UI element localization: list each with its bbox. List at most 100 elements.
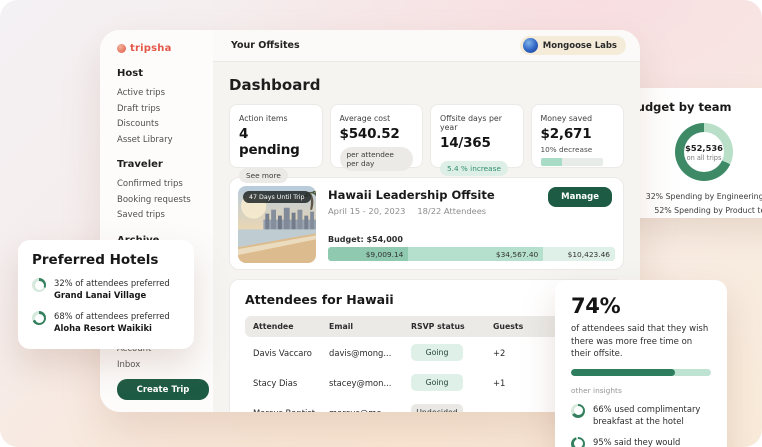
table-row[interactable]: Davis Vaccaro davis@mong... Going +2	[245, 337, 608, 367]
attendee-name: Marcus Baptist	[253, 408, 329, 413]
sidebar-item-discounts[interactable]: Discounts	[117, 117, 213, 133]
column-rsvp-status: RSVP status	[411, 322, 465, 331]
budget-segment-1: $9,009.14	[328, 247, 409, 261]
brand-logo-icon	[117, 44, 126, 53]
sidebar: tripsha Host Active trips Draft trips Di…	[100, 30, 213, 412]
trip-dates: April 15 - 20, 2023	[328, 206, 406, 216]
trip-photo: 47 Days Until Trip	[238, 186, 316, 263]
hotel-preference-item: 68% of attendees preferred Aloha Resort …	[32, 310, 180, 334]
stat-badge: per attendee per day	[339, 147, 413, 171]
preferred-hotels-card: Preferred Hotels 32% of attendees prefer…	[18, 240, 194, 349]
budget-legend: 32% Spending by Engineering team 52% Spe…	[628, 190, 762, 218]
table-row[interactable]: Stacy Dias stacey@mon... Going +1	[245, 367, 608, 397]
stat-card-action-items: Action items 4 pending See more	[229, 104, 323, 183]
other-insights-label: other insights	[571, 385, 622, 395]
stat-card-offsite-days: Offsite days per year 14/365 5.4 % incre…	[430, 104, 524, 176]
money-saved-progress-bar	[540, 158, 603, 166]
sidebar-section-host: Host Active trips Draft trips Discounts …	[117, 68, 213, 148]
budget-label: Budget: $54,000	[328, 235, 403, 244]
sidebar-section-title: Traveler	[117, 159, 163, 170]
trip-card-hawaii: 47 Days Until Trip Hawaii Leadership Off…	[229, 177, 624, 270]
insight-headline-percent: 74%	[571, 294, 621, 318]
account-menu[interactable]: Mongoose Labs	[519, 36, 626, 55]
segment-amount: $9,009.14	[365, 249, 404, 259]
progress-ring-icon	[32, 278, 46, 292]
preference-text: 32% of attendees preferred	[54, 278, 170, 288]
budget-by-team-title: Budget by team	[628, 100, 732, 114]
trip-details: Hawaii Leadership Offsite April 15 - 20,…	[328, 186, 615, 261]
sidebar-section-title: Host	[117, 68, 143, 79]
stat-label: Action items	[239, 114, 288, 123]
sidebar-item-booking-requests[interactable]: Booking requests	[117, 193, 213, 209]
sidebar-item-asset-library[interactable]: Asset Library	[117, 133, 213, 149]
column-attendee: Attendee	[253, 322, 294, 331]
insight-item-text: 95% said they would recommend Aloha Reso…	[593, 436, 681, 447]
hotel-name: Grand Lanai Village	[54, 290, 147, 300]
progress-ring-icon	[571, 403, 585, 418]
insight-item-text: 66% used complimentary breakfast at the …	[593, 403, 701, 426]
stat-card-average-cost: Average cost $540.52 per attendee per da…	[329, 104, 423, 171]
stat-label: Money saved	[540, 114, 593, 123]
page-title: Dashboard	[229, 76, 321, 94]
attendee-name: Stacy Dias	[253, 377, 298, 388]
brand-logo-text: tripsha	[130, 43, 172, 54]
decrease-label: 10% decrease	[540, 145, 593, 154]
stat-label: Offsite days per year	[440, 114, 502, 132]
money-saved-progress-fill	[540, 158, 563, 166]
sidebar-item-active-trips[interactable]: Active trips	[117, 86, 213, 102]
progress-ring-icon	[571, 436, 585, 447]
sidebar-item-inbox[interactable]: Inbox	[117, 358, 213, 374]
rsvp-badge: Going	[411, 374, 463, 391]
attendee-email: marcus@mo...	[329, 408, 411, 413]
legend-product: 52% Spending by Product team	[654, 206, 762, 215]
legend-engineering: 32% Spending by Engineering team	[645, 192, 762, 201]
progress-ring-icon	[32, 311, 46, 325]
attendees-title: Attendees for Hawaii	[245, 292, 394, 307]
hotel-preference-item: 32% of attendees preferred Grand Lanai V…	[32, 277, 180, 301]
topbar: Your Offsites Mongoose Labs	[213, 30, 640, 62]
sidebar-section-traveler: Traveler Confirmed trips Booking request…	[117, 159, 213, 224]
hotel-name: Aloha Resort Waikiki	[54, 323, 152, 333]
manage-button[interactable]: Manage	[548, 187, 612, 207]
sidebar-item-confirmed-trips[interactable]: Confirmed trips	[117, 177, 213, 193]
insight-headline-text: of attendees said that they wish there w…	[571, 324, 709, 359]
preferred-hotels-title: Preferred Hotels	[32, 252, 159, 268]
segment-amount: $10,423.46	[567, 249, 610, 259]
stat-label: Average cost	[339, 114, 391, 123]
rsvp-badge: Undecided	[411, 404, 463, 412]
donut-center-label: on all trips	[686, 153, 722, 162]
insight-progress-bar	[571, 368, 711, 376]
sidebar-item-draft-trips[interactable]: Draft trips	[117, 102, 213, 118]
stat-value: $540.52	[339, 126, 400, 142]
segment-amount: $34,567.40	[495, 249, 539, 259]
insights-card: 74% of attendees said that they wish the…	[555, 280, 727, 447]
insight-item: 95% said they would recommend Aloha Reso…	[571, 436, 711, 447]
increase-badge: 5.4 % increase	[440, 161, 508, 176]
trip-attendee-count: 18/22 Attendees	[417, 206, 487, 216]
attendee-email: davis@mong...	[329, 347, 392, 358]
see-more-button[interactable]: See more	[239, 168, 288, 183]
attendee-email: stacey@mon...	[329, 377, 392, 388]
table-row[interactable]: Marcus Baptist marcus@mo... Undecided	[245, 397, 608, 412]
topbar-title: Your Offsites	[231, 40, 300, 51]
trip-meta: April 15 - 20, 2023 18/22 Attendees	[328, 206, 615, 216]
brand-logo[interactable]: tripsha	[117, 43, 213, 54]
sidebar-item-saved-trips[interactable]: Saved trips	[117, 208, 213, 224]
stat-cards-row: Action items 4 pending See more Average …	[229, 104, 624, 183]
stat-value: 14/365	[440, 135, 491, 151]
donut-center-value: $52,536	[685, 142, 723, 153]
days-until-trip-badge: 47 Days Until Trip	[243, 191, 311, 203]
budget-donut-chart: $52,536 on all trips	[675, 123, 733, 181]
table-header-row: Attendee Email RSVP status Guests	[245, 316, 608, 337]
attendee-name: Davis Vaccaro	[253, 347, 312, 358]
budget-block: Budget: $54,000 $9,009.14 $34,567.40 $10…	[328, 235, 615, 261]
rsvp-badge: Going	[411, 344, 463, 361]
budget-segment-3: $10,423.46	[543, 247, 615, 261]
account-name: Mongoose Labs	[542, 40, 617, 51]
app-window: Budget by team $52,536 on all trips 32% …	[0, 0, 762, 447]
account-avatar	[522, 38, 538, 53]
budget-progress-bar: $9,009.14 $34,567.40 $10,423.46	[328, 247, 615, 261]
insight-progress-fill	[571, 368, 675, 376]
insight-item: 66% used complimentary breakfast at the …	[571, 403, 711, 427]
create-trip-button[interactable]: Create Trip	[117, 379, 209, 400]
